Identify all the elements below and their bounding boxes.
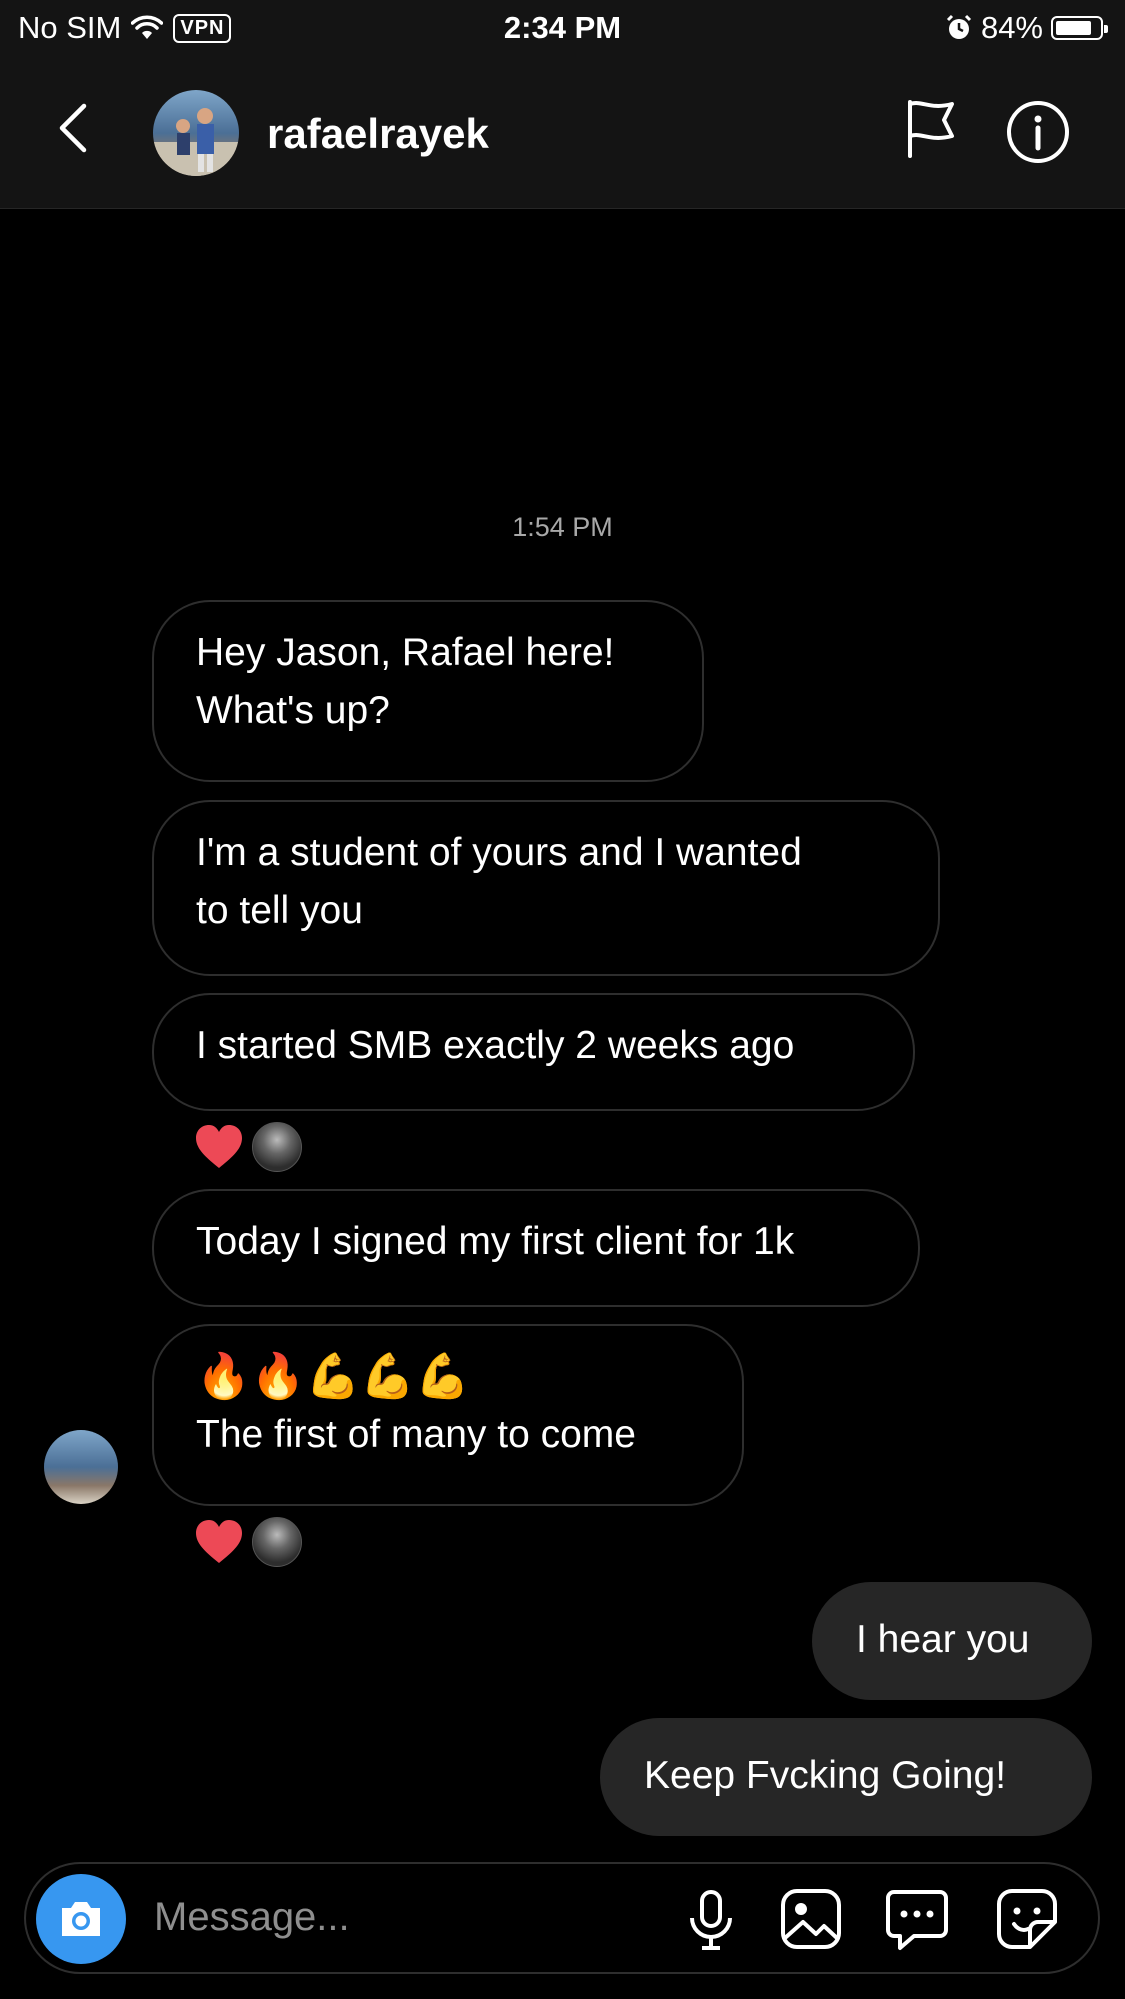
gallery-icon[interactable] [778, 1886, 844, 1952]
message-reactions[interactable] [194, 1517, 302, 1567]
message-line: I hear you [856, 1618, 1030, 1661]
sender-avatar[interactable] [44, 1430, 118, 1504]
alarm-icon [946, 14, 972, 39]
incoming-message[interactable]: I'm a student of yours and I wanted to t… [152, 800, 940, 976]
chat-timestamp: 1:54 PM [512, 512, 613, 542]
incoming-message[interactable]: I started SMB exactly 2 weeks ago [152, 993, 915, 1111]
message-line: What's up? [196, 689, 390, 732]
message-line: The first of many to come [196, 1413, 636, 1456]
back-arrow-icon[interactable] [50, 98, 100, 158]
battery-fill [1056, 21, 1092, 35]
reactor-avatar [252, 1122, 302, 1172]
camera-icon [62, 1902, 100, 1936]
reactor-avatar [252, 1517, 302, 1567]
battery-percent: 84% [980, 10, 1043, 45]
message-line: to tell you [196, 889, 363, 932]
message-composer [24, 1862, 1100, 1974]
message-line: I'm a student of yours and I wanted [196, 831, 802, 874]
chat-header: rafaelrayek [0, 56, 1125, 209]
message-line: Hey Jason, Rafael here! [196, 631, 615, 674]
outgoing-message[interactable]: Keep Fvcking Going! [600, 1718, 1092, 1836]
emoji-line: 🔥🔥💪💪💪 [196, 1351, 470, 1402]
camera-button[interactable] [36, 1874, 126, 1964]
message-line: Today I signed my first client for 1k [196, 1220, 795, 1263]
incoming-message[interactable]: Hey Jason, Rafael here! What's up? [152, 600, 704, 782]
battery-icon [1051, 16, 1108, 40]
outgoing-message[interactable]: I hear you [812, 1582, 1092, 1700]
avatar-photo [153, 108, 239, 176]
heart-reaction-icon [196, 1125, 242, 1168]
incoming-message[interactable]: 🔥🔥💪💪💪 The first of many to come [152, 1324, 744, 1506]
profile-avatar[interactable] [153, 90, 239, 176]
status-right: 84% [945, 10, 1108, 46]
message-line: I started SMB exactly 2 weeks ago [196, 1024, 795, 1067]
chat-bubble-icon[interactable] [884, 1886, 950, 1952]
flag-icon[interactable] [900, 96, 960, 160]
incoming-message[interactable]: Today I signed my first client for 1k [152, 1189, 920, 1307]
microphone-icon[interactable] [678, 1886, 744, 1952]
heart-reaction-icon [196, 1520, 242, 1563]
chat-username[interactable]: rafaelrayek [267, 110, 489, 158]
message-reactions[interactable] [194, 1122, 302, 1172]
message-input[interactable] [152, 1886, 656, 1948]
message-line: Keep Fvcking Going! [644, 1754, 1007, 1797]
sticker-icon[interactable] [994, 1886, 1060, 1952]
status-bar: No SIM VPN 2:34 PM 84% [0, 0, 1125, 56]
info-icon[interactable] [1006, 100, 1070, 164]
